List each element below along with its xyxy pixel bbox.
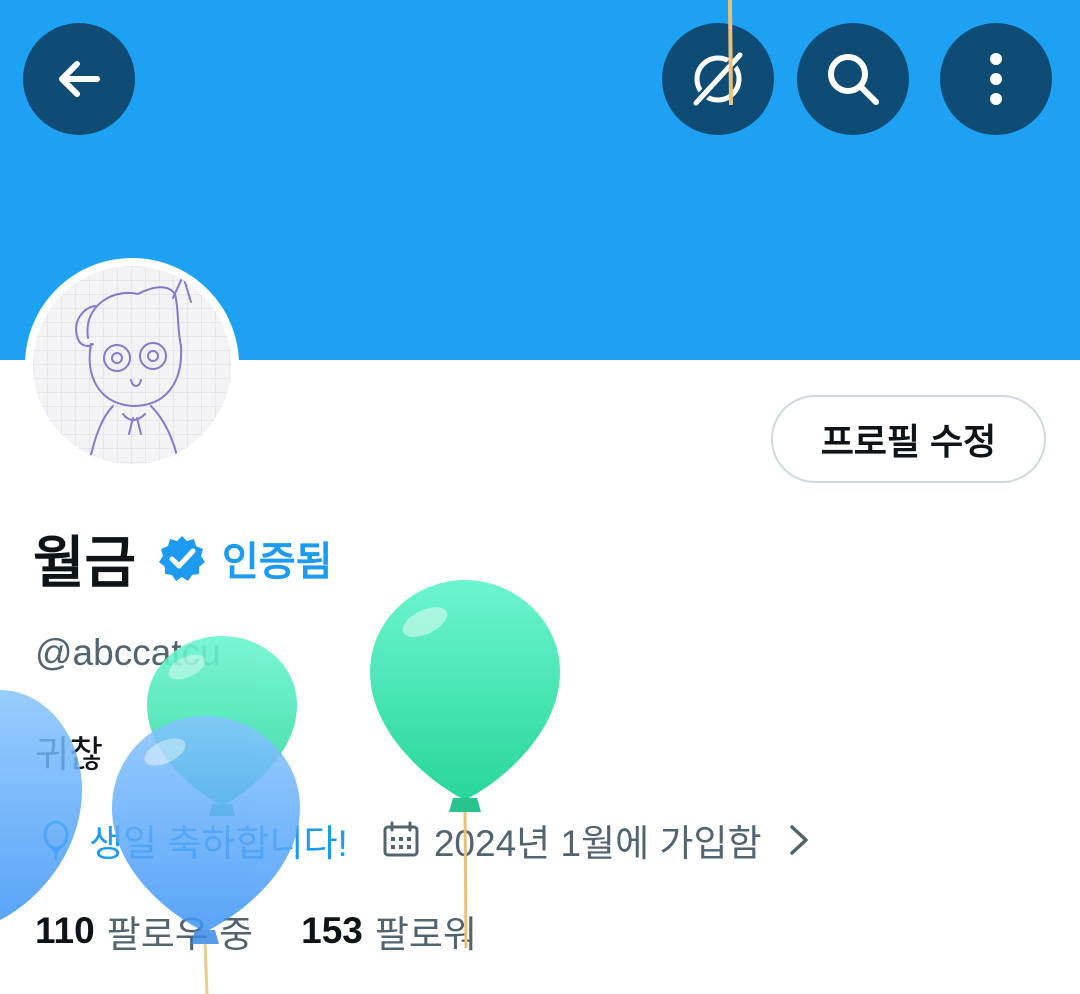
verified-badge-icon[interactable]: [158, 534, 206, 582]
followers-count[interactable]: 153: [301, 910, 363, 952]
search-button[interactable]: [797, 23, 909, 135]
more-vertical-icon: [990, 53, 1002, 105]
verified-label[interactable]: 인증됨: [222, 529, 332, 587]
profile-avatar[interactable]: [25, 258, 239, 472]
more-options-button[interactable]: [940, 23, 1052, 135]
follow-stats-row: 110 팔로우 중 153 팔로워: [35, 905, 477, 957]
arrow-left-icon: [59, 61, 100, 97]
following-label[interactable]: 팔로우 중: [107, 904, 253, 958]
balloon-green-right: [370, 580, 560, 949]
profile-bio: 귀찮: [35, 734, 104, 775]
profile-handle: @abccatcu: [35, 632, 221, 673]
birthday-text[interactable]: 생일 축하합니다!: [89, 813, 348, 867]
grok-icon: [690, 49, 746, 109]
chevron-right-icon[interactable]: [784, 819, 814, 861]
search-icon: [828, 54, 879, 105]
edit-profile-button[interactable]: 프로필 수정: [771, 395, 1046, 483]
balloon-icon: [43, 820, 69, 860]
display-name: 월금: [33, 530, 137, 594]
calendar-icon: [383, 821, 419, 857]
followers-label[interactable]: 팔로워: [375, 904, 477, 958]
grok-button[interactable]: [662, 23, 774, 135]
avatar-image: [33, 266, 231, 464]
back-button[interactable]: [23, 23, 135, 135]
joined-date-text: 2024년 1월에 가입함: [433, 823, 762, 864]
profile-name-row: 월금 인증됨: [33, 520, 332, 596]
following-count[interactable]: 110: [35, 910, 95, 952]
profile-meta-row: 생일 축하합니다! 2024년 1월에 가입함: [35, 812, 814, 868]
